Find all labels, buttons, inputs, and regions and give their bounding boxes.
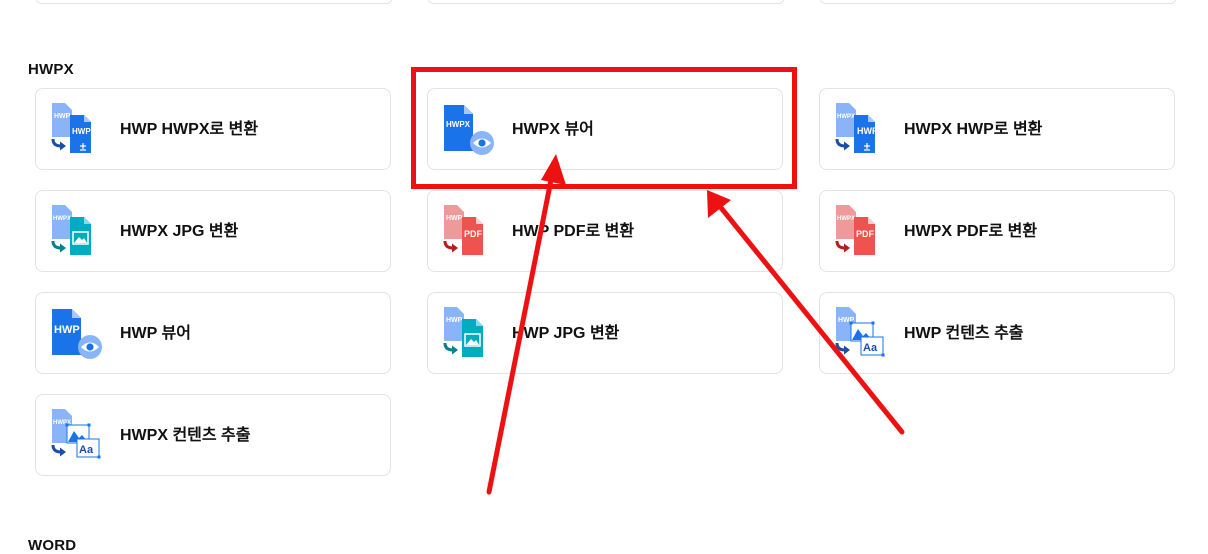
svg-text:HWP: HWP [446, 215, 463, 222]
highlight-box [411, 67, 797, 189]
hwpx-content-extract-icon: HWPX Aa [51, 409, 101, 459]
svg-text:HWP: HWP [857, 126, 878, 136]
tool-card-hwpx-to-jpg[interactable]: HWPX HWPX JPG 변환 [35, 190, 391, 272]
tool-card-label: HWPX 컨텐츠 추출 [120, 427, 251, 444]
tool-card-hwpx-to-hwp[interactable]: HWPX HWP HWPX HWP로 변환 [819, 88, 1175, 170]
hwp-content-extract-icon: HWP Aa [835, 307, 885, 357]
hwpx-to-hwp-convert-icon: HWPX HWP [835, 103, 878, 153]
section-title-word: WORD [28, 537, 77, 554]
tool-card-hwp-to-pdf[interactable]: HWP PDF HWP PDF로 변환 [427, 190, 783, 272]
tool-card-hwpx-to-pdf[interactable]: HWPX PDF HWPX PDF로 변환 [819, 190, 1175, 272]
tool-card-label: HWP 뷰어 [120, 325, 191, 342]
svg-text:HWPX: HWPX [837, 216, 855, 222]
svg-text:HWP: HWP [54, 324, 80, 336]
hwp-viewer-icon: HWP [52, 309, 102, 359]
tool-card-hwp-to-hwpx[interactable]: HWP HWPX HWP HWPX로 변환 [35, 88, 391, 170]
previous-row-card-stub [35, 0, 393, 4]
tool-card-label: HWPX HWP로 변환 [904, 121, 1043, 138]
hwp-to-hwpx-convert-icon: HWP HWPX [51, 103, 97, 153]
svg-text:HWPX: HWPX [53, 216, 71, 222]
tool-card-hwpx-content-extract[interactable]: HWPX Aa HWPX 컨텐츠 추출 [35, 394, 391, 476]
svg-text:HWPX: HWPX [72, 127, 97, 136]
svg-text:PDF: PDF [856, 229, 875, 239]
tool-card-label: HWP 컨텐츠 추출 [904, 325, 1024, 342]
tool-card-label: HWP HWPX로 변환 [120, 121, 259, 138]
hwpx-to-pdf-convert-icon: HWPX PDF [835, 205, 875, 255]
tool-card-label: HWPX PDF로 변환 [904, 223, 1038, 240]
hwp-to-pdf-convert-icon: HWP PDF [443, 205, 483, 255]
hwp-to-jpg-convert-icon: HWP [443, 307, 483, 357]
tool-card-label: HWP JPG 변환 [512, 325, 620, 342]
tool-card-hwp-to-jpg[interactable]: HWP HWP JPG 변환 [427, 292, 783, 374]
tool-card-label: HWPX JPG 변환 [120, 223, 239, 240]
section-title-hwpx: HWPX [28, 61, 74, 78]
svg-text:HWP: HWP [446, 317, 463, 324]
previous-row-card-stub [819, 0, 1177, 4]
svg-text:HWP: HWP [54, 113, 71, 120]
hwpx-to-jpg-convert-icon: HWPX [51, 205, 91, 255]
tool-card-label: HWP PDF로 변환 [512, 223, 635, 240]
svg-text:Aa: Aa [79, 444, 94, 456]
svg-text:Aa: Aa [863, 342, 878, 354]
svg-text:HWPX: HWPX [837, 114, 855, 120]
svg-text:PDF: PDF [464, 229, 483, 239]
tool-card-hwp-content-extract[interactable]: HWP Aa HWP 컨텐츠 추출 [819, 292, 1175, 374]
tool-card-hwp-viewer[interactable]: HWP HWP 뷰어 [35, 292, 391, 374]
previous-row-card-stub [427, 0, 785, 4]
